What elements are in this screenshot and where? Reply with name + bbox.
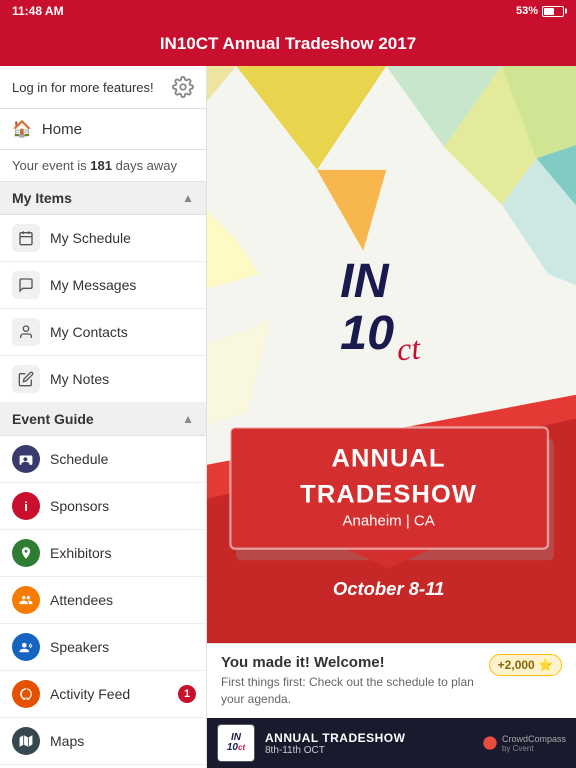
app-header: IN10CT Annual Tradeshow 2017 — [0, 22, 576, 66]
sidebar-item-exhibitors[interactable]: Exhibitors — [0, 530, 206, 577]
svg-text:TRADESHOW: TRADESHOW — [300, 481, 477, 509]
crowdcompass-name: CrowdCompass — [502, 734, 566, 744]
my-notes-icon — [12, 365, 40, 393]
attendees-label: Attendees — [50, 592, 113, 608]
sidebar-item-my-notes[interactable]: My Notes — [0, 356, 206, 403]
sidebar-item-my-messages[interactable]: My Messages — [0, 262, 206, 309]
my-messages-label: My Messages — [50, 277, 136, 293]
svg-text:IN: IN — [340, 254, 389, 308]
bottom-event-info: ANNUAL TRADESHOW 8th-11th OCT — [265, 731, 405, 756]
welcome-notification: You made it! Welcome! First things first… — [207, 643, 576, 718]
svg-text:October 8-11: October 8-11 — [333, 578, 445, 599]
event-countdown: Your event is 181 days away — [0, 150, 206, 182]
my-notes-label: My Notes — [50, 371, 109, 387]
hero-area: IN 10 ct ANNUAL TRADESHOW Anaheim | CA O… — [207, 66, 576, 643]
my-schedule-label: My Schedule — [50, 230, 131, 246]
my-items-title: My Items — [12, 190, 72, 206]
hero-background: IN 10 ct ANNUAL TRADESHOW Anaheim | CA O… — [207, 66, 576, 643]
status-time: 11:48 AM — [12, 4, 64, 18]
status-right: 53% — [516, 5, 564, 17]
crowdcompass-by: by Cvent — [502, 744, 566, 753]
activity-feed-label: Activity Feed — [50, 686, 130, 702]
status-bar: 11:48 AM 53% — [0, 0, 576, 22]
speakers-icon — [12, 633, 40, 661]
my-contacts-label: My Contacts — [50, 324, 128, 340]
my-schedule-icon — [12, 224, 40, 252]
activity-feed-badge: 1 — [178, 685, 196, 703]
sidebar-item-my-contacts[interactable]: My Contacts — [0, 309, 206, 356]
days-number: 181 — [90, 158, 112, 173]
event-guide-header[interactable]: Event Guide ▲ — [0, 403, 206, 436]
sidebar-item-sponsors[interactable]: i Sponsors — [0, 483, 206, 530]
settings-icon[interactable] — [172, 76, 194, 98]
sidebar-item-schedule[interactable]: Schedule — [0, 436, 206, 483]
svg-text:ANNUAL: ANNUAL — [332, 445, 446, 473]
my-items-header[interactable]: My Items ▲ — [0, 182, 206, 215]
sidebar-item-activity-feed[interactable]: Activity Feed 1 — [0, 671, 206, 718]
welcome-title: You made it! Welcome! — [221, 654, 481, 671]
my-items-chevron: ▲ — [182, 191, 194, 205]
home-label: Home — [42, 121, 82, 138]
exhibitors-label: Exhibitors — [50, 545, 111, 561]
crowdcompass-icon — [482, 735, 498, 751]
battery-icon — [542, 6, 564, 17]
svg-text:ct: ct — [395, 329, 422, 367]
bottom-event-dates: 8th-11th OCT — [265, 745, 405, 756]
battery-percentage: 53% — [516, 5, 538, 17]
my-contacts-icon — [12, 318, 40, 346]
app-title: IN10CT Annual Tradeshow 2017 — [160, 34, 416, 54]
exhibitors-icon — [12, 539, 40, 567]
welcome-text-area: You made it! Welcome! First things first… — [221, 654, 481, 708]
svg-text:10: 10 — [340, 306, 394, 360]
sidebar-item-maps[interactable]: Maps — [0, 718, 206, 765]
attendees-icon — [12, 586, 40, 614]
points-badge: +2,000 ⭐ — [489, 654, 562, 676]
activity-feed-icon — [12, 680, 40, 708]
login-bar[interactable]: Log in for more features! — [0, 66, 206, 109]
star-icon: ⭐ — [538, 658, 553, 672]
bottom-bar: IN 10ct ANNUAL TRADESHOW 8th-11th OCT Cr… — [207, 718, 576, 768]
sidebar-item-home[interactable]: 🏠 Home — [0, 109, 206, 150]
schedule-icon — [12, 445, 40, 473]
maps-icon — [12, 727, 40, 755]
my-messages-icon — [12, 271, 40, 299]
sidebar-item-my-schedule[interactable]: My Schedule — [0, 215, 206, 262]
speakers-label: Speakers — [50, 639, 109, 655]
bottom-event-title: ANNUAL TRADESHOW — [265, 731, 405, 745]
event-guide-title: Event Guide — [12, 411, 94, 427]
crowdcompass-logo: CrowdCompass by Cvent — [482, 734, 566, 753]
sponsors-label: Sponsors — [50, 498, 109, 514]
in10-logo: IN 10ct — [217, 724, 255, 762]
sidebar: Log in for more features! 🏠 Home Your ev… — [0, 66, 207, 768]
sidebar-item-attendees[interactable]: Attendees — [0, 577, 206, 624]
home-icon: 🏠 — [12, 119, 32, 139]
login-prompt: Log in for more features! — [12, 80, 154, 95]
svg-text:Anaheim | CA: Anaheim | CA — [342, 513, 434, 530]
maps-label: Maps — [50, 733, 84, 749]
event-guide-chevron: ▲ — [182, 412, 194, 426]
sidebar-item-speakers[interactable]: Speakers — [0, 624, 206, 671]
content-area: IN 10 ct ANNUAL TRADESHOW Anaheim | CA O… — [207, 66, 576, 768]
welcome-body: First things first: Check out the schedu… — [221, 674, 481, 708]
sponsors-icon: i — [12, 492, 40, 520]
main-layout: Log in for more features! 🏠 Home Your ev… — [0, 66, 576, 768]
schedule-label: Schedule — [50, 451, 108, 467]
